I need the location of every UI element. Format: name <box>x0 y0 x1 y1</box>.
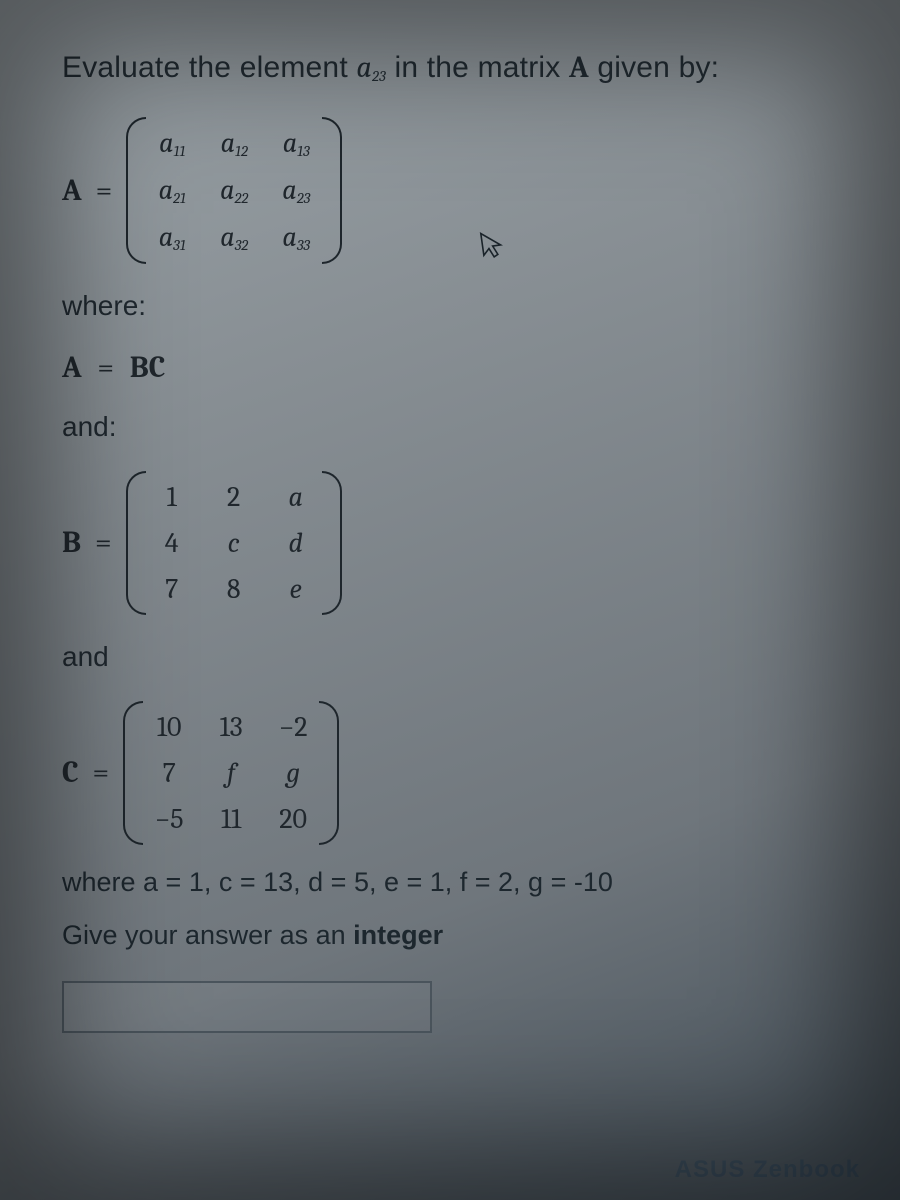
paren-left-icon <box>126 117 146 264</box>
problem-page: Evaluate the element a23 in the matrix A… <box>0 0 900 1033</box>
eq-lhs: A <box>62 350 82 385</box>
brand-watermark: ASUS Zenbook <box>675 1156 860 1184</box>
and-label: and: <box>62 411 844 443</box>
equation-bc: A = BC <box>62 350 844 385</box>
matrix-a: a11 a12 a13 a21 a22 a23 a31 a32 a33 <box>126 117 342 264</box>
element-symbol: a <box>356 50 372 85</box>
matrix-cell: 1 <box>154 481 190 513</box>
equals-sign: = <box>96 173 113 208</box>
question-pre: Evaluate the element <box>62 51 356 84</box>
matrix-cell: 8 <box>216 573 252 605</box>
matrix-cell: g <box>275 757 311 789</box>
matrix-cell: 7 <box>151 757 187 789</box>
paren-right-icon <box>322 471 342 615</box>
matrix-cell: 20 <box>275 803 311 835</box>
matrix-cell: 2 <box>216 481 252 513</box>
matrix-symbol: A <box>569 50 589 85</box>
matrix-c: 10 13 −2 7fg −5 11 20 <box>123 701 339 845</box>
eq-sign: = <box>97 350 114 385</box>
matrix-cell: −2 <box>275 711 311 743</box>
matrix-cell: a23 <box>278 174 314 207</box>
matrix-c-definition: C = 10 13 −2 7fg −5 11 20 <box>62 701 844 845</box>
matrix-cell: a12 <box>216 127 252 160</box>
paren-right-icon <box>319 701 339 845</box>
matrix-cell: d <box>278 527 314 559</box>
matrix-cell: e <box>278 573 314 605</box>
instruction-strong: integer <box>353 920 443 950</box>
paren-right-icon <box>322 117 342 264</box>
matrix-a-grid: a11 a12 a13 a21 a22 a23 a31 a32 a33 <box>146 117 322 264</box>
answer-input[interactable] <box>62 981 432 1033</box>
paren-left-icon <box>126 471 146 615</box>
matrix-cell: a31 <box>154 221 190 254</box>
instruction: Give your answer as an integer <box>62 920 844 951</box>
matrix-cell: f <box>213 757 249 789</box>
matrix-cell: a13 <box>278 127 314 160</box>
equals-sign: = <box>95 525 112 560</box>
question-mid: in the matrix <box>386 51 569 84</box>
matrix-cell: 4 <box>154 527 190 559</box>
matrix-cell: a32 <box>216 221 252 254</box>
instruction-pre: Give your answer as an <box>62 920 353 950</box>
variable-values: where a = 1, c = 13, d = 5, e = 1, f = 2… <box>62 867 844 898</box>
matrix-a-label: A <box>62 173 82 208</box>
matrix-cell: 7 <box>154 573 190 605</box>
matrix-cell: 13 <box>213 711 249 743</box>
matrix-cell: a33 <box>278 221 314 254</box>
matrix-b-grid: 12a 4cd 78e <box>146 471 322 615</box>
matrix-b-definition: B = 12a 4cd 78e <box>62 471 844 615</box>
matrix-cell: a <box>278 481 314 513</box>
matrix-cell: 11 <box>213 803 249 835</box>
matrix-cell: 10 <box>151 711 187 743</box>
equals-sign: = <box>93 755 110 790</box>
matrix-b: 12a 4cd 78e <box>126 471 342 615</box>
matrix-c-grid: 10 13 −2 7fg −5 11 20 <box>143 701 319 845</box>
matrix-cell: a21 <box>154 174 190 207</box>
eq-rhs: BC <box>130 350 166 385</box>
paren-left-icon <box>123 701 143 845</box>
and2-label: and <box>62 641 844 673</box>
where-label: where: <box>62 290 844 322</box>
matrix-cell: a22 <box>216 174 252 207</box>
matrix-cell: c <box>216 527 252 559</box>
matrix-a-definition: A = a11 a12 a13 a21 a22 a23 a31 a32 a33 <box>62 117 844 264</box>
element-subscript: 23 <box>372 67 386 85</box>
cursor-icon <box>478 228 509 268</box>
matrix-b-label: B <box>62 525 81 560</box>
question-text: Evaluate the element a23 in the matrix A… <box>62 48 844 89</box>
question-post: given by: <box>589 51 719 84</box>
matrix-c-label: C <box>62 755 79 790</box>
matrix-cell: −5 <box>151 803 187 835</box>
matrix-cell: a11 <box>154 127 190 160</box>
